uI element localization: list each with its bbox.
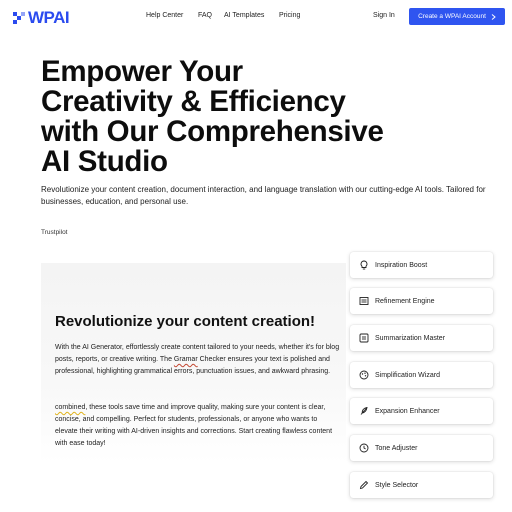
content-paragraph-2: combined, these tools save time and impr… — [55, 402, 340, 450]
feature-style-selector[interactable]: Style Selector — [350, 472, 493, 498]
logo-mark-icon — [13, 12, 25, 24]
clock-icon — [359, 443, 369, 453]
feature-label: Inspiration Boost — [375, 261, 428, 269]
content-paragraph-1: With the AI Generator, effortlessly crea… — [55, 342, 340, 378]
logo[interactable]: WPAI — [13, 8, 70, 28]
list-icon — [359, 333, 369, 343]
logo-text: WPAI — [28, 8, 70, 27]
nav-help-center[interactable]: Help Center — [146, 12, 183, 19]
sliders-icon — [359, 296, 369, 306]
feature-label: Refinement Engine — [375, 297, 435, 305]
feature-label: Tone Adjuster — [375, 444, 418, 452]
content-title: Revolutionize your content creation! — [55, 313, 316, 330]
create-account-label: Create a WPAI Account — [418, 13, 486, 20]
trustpilot-widget[interactable]: Trustpilot — [41, 229, 68, 236]
feature-summarization-master[interactable]: Summarization Master — [350, 325, 493, 351]
chevron-right-icon — [491, 13, 496, 20]
hero-subtitle: Revolutionize your content creation, doc… — [41, 185, 486, 206]
lightbulb-icon — [359, 260, 369, 270]
feature-label: Expansion Enhancer — [375, 407, 440, 415]
grammar-suggestion-highlight[interactable]: combined — [55, 404, 85, 411]
feature-label: Simplification Wizard — [375, 371, 440, 379]
hero-title: Empower Your Creativity & Efficiency wit… — [41, 57, 461, 177]
feature-label: Summarization Master — [375, 334, 446, 342]
create-account-button[interactable]: Create a WPAI Account — [409, 8, 505, 25]
pen-icon — [359, 480, 369, 490]
feature-label: Style Selector — [375, 481, 419, 489]
feature-tone-adjuster[interactable]: Tone Adjuster — [350, 435, 493, 461]
nav-ai-templates[interactable]: AI Templates — [224, 12, 264, 19]
feather-icon — [359, 406, 369, 416]
hero-title-line: with Our Comprehensive — [41, 115, 384, 148]
hero-title-line: AI Studio — [41, 145, 168, 178]
nav-faq[interactable]: FAQ — [198, 12, 212, 19]
feature-inspiration-boost[interactable]: Inspiration Boost — [350, 252, 493, 278]
hero-title-line: Creativity & Efficiency — [41, 85, 346, 118]
feature-refinement-engine[interactable]: Refinement Engine — [350, 288, 493, 314]
nav-pricing[interactable]: Pricing — [279, 12, 300, 19]
palette-icon — [359, 370, 369, 380]
feature-expansion-enhancer[interactable]: Expansion Enhancer — [350, 398, 493, 424]
feature-simplification-wizard[interactable]: Simplification Wizard — [350, 362, 493, 388]
paragraph-text: , these tools save time and improve qual… — [55, 404, 333, 447]
grammar-error-highlight[interactable]: Gramar — [174, 356, 198, 363]
hero-title-line: Empower Your — [41, 55, 243, 88]
sign-in-link[interactable]: Sign In — [373, 12, 395, 19]
